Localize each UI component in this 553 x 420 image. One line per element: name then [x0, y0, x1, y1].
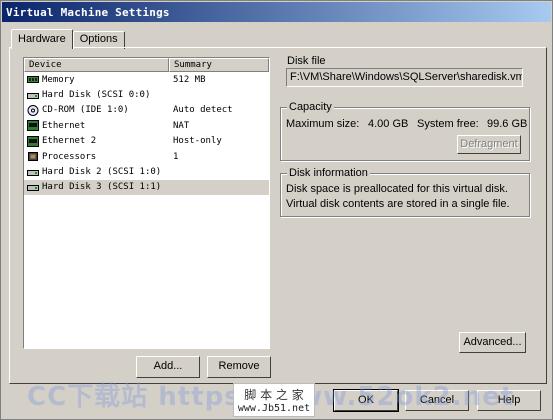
watermark-box-line2: www.Jb51.net: [237, 403, 311, 414]
disk-file-title: Disk file: [287, 55, 326, 67]
hard-disk-icon: [27, 182, 39, 193]
remove-button[interactable]: Remove: [207, 356, 271, 378]
device-cell: Ethernet 2: [24, 135, 169, 147]
device-row[interactable]: Memory 512 MB: [24, 72, 269, 87]
device-label: Processors: [42, 151, 97, 162]
window-title: Virtual Machine Settings: [6, 5, 170, 19]
advanced-button[interactable]: Advanced...: [459, 332, 526, 353]
device-row[interactable]: CD-ROM (IDE 1:0) Auto detect: [24, 103, 269, 118]
cdrom-icon: [27, 104, 39, 116]
ethernet-icon: [27, 120, 39, 132]
device-cell: Memory: [24, 74, 169, 85]
device-label: Ethernet 2: [42, 136, 97, 147]
device-label: Ethernet: [42, 120, 86, 131]
device-cell: Hard Disk 3 (SCSI 1:1): [24, 182, 169, 193]
add-button[interactable]: Add...: [136, 356, 200, 378]
ethernet-icon: [27, 135, 39, 147]
device-row[interactable]: Hard Disk (SCSI 0:0): [24, 87, 269, 102]
column-header-device[interactable]: Device: [24, 58, 169, 72]
summary-cell: 512 MB: [173, 74, 206, 85]
device-list[interactable]: Device Summary Memory 512 MB Hard Disk (SC…: [23, 57, 270, 349]
disk-file-path[interactable]: F:\VM\Share\Windows\SQLServer\sharedisk.…: [286, 68, 523, 87]
device-label: Hard Disk (SCSI 0:0): [42, 90, 151, 101]
tab-strip: Hardware Options: [11, 29, 125, 49]
disk-info-line1: Disk space is preallocated for this virt…: [286, 183, 508, 195]
defragment-button[interactable]: Defragment: [457, 135, 521, 154]
summary-cell: Host-only: [173, 136, 222, 147]
processor-icon: [27, 151, 39, 162]
device-cell: Processors: [24, 151, 169, 162]
column-header-summary[interactable]: Summary: [169, 58, 269, 72]
device-cell: CD-ROM (IDE 1:0): [24, 104, 169, 116]
title-bar[interactable]: Virtual Machine Settings: [2, 2, 551, 22]
device-row[interactable]: Hard Disk 3 (SCSI 1:1): [24, 179, 269, 196]
vm-settings-window: Virtual Machine Settings Hardware Option…: [0, 0, 553, 420]
watermark-box: 脚 本 之 家 www.Jb51.net: [233, 383, 315, 417]
device-cell: Hard Disk (SCSI 0:0): [24, 90, 169, 101]
list-header: Device Summary: [24, 58, 269, 72]
device-label: Hard Disk 3 (SCSI 1:1): [42, 182, 162, 193]
summary-cell: Auto detect: [173, 105, 233, 116]
system-free-label: System free:: [417, 118, 479, 130]
device-row[interactable]: Hard Disk 2 (SCSI 1:0): [24, 164, 269, 179]
device-row[interactable]: Ethernet 2 Host-only: [24, 134, 269, 149]
device-label: CD-ROM (IDE 1:0): [42, 105, 129, 116]
summary-cell: NAT: [173, 120, 190, 131]
summary-cell: 1: [173, 151, 179, 162]
system-free-value: 99.6 GB: [487, 118, 528, 130]
device-cell: Hard Disk 2 (SCSI 1:0): [24, 167, 169, 178]
disk-information-group: Disk information Disk space is prealloca…: [280, 167, 530, 217]
watermark-box-line1: 脚 本 之 家: [244, 388, 304, 402]
hard-disk-icon: [27, 90, 39, 101]
device-label: Hard Disk 2 (SCSI 1:0): [42, 167, 162, 178]
hard-disk-icon: [27, 167, 39, 178]
device-row[interactable]: Processors 1: [24, 149, 269, 164]
device-cell: Ethernet: [24, 120, 169, 132]
capacity-group: Capacity Maximum size: 4.00 GB System fr…: [280, 101, 530, 161]
device-label: Memory: [42, 74, 75, 85]
max-size-value: 4.00 GB: [368, 118, 409, 130]
capacity-title: Capacity: [287, 101, 334, 113]
disk-information-title: Disk information: [287, 167, 370, 179]
device-row[interactable]: Ethernet NAT: [24, 118, 269, 133]
memory-icon: [27, 74, 39, 85]
disk-info-line2: Virtual disk contents are stored in a si…: [286, 198, 510, 210]
max-size-label: Maximum size:: [286, 118, 360, 130]
tab-hardware[interactable]: Hardware: [11, 29, 73, 49]
disk-file-group: Disk file F:\VM\Share\Windows\SQLServer\…: [278, 55, 531, 92]
